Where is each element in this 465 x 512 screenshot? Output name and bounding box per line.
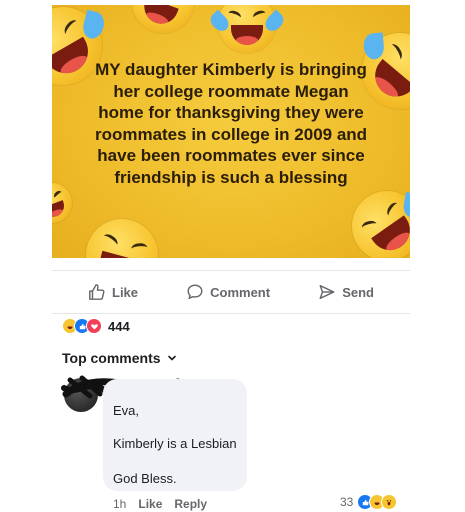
laughing-emoji-decoration xyxy=(338,177,410,258)
post-text: MY daughter Kimberly is bringing her col… xyxy=(74,59,388,188)
like-label: Like xyxy=(112,284,139,300)
comment-text-line: Kimberly is a Lesbian xyxy=(113,436,237,451)
send-arrow-icon xyxy=(319,284,335,300)
laughing-emoji-decoration xyxy=(123,5,203,42)
post-text-line: have been roommates ever since xyxy=(97,146,365,165)
chevron-down-icon xyxy=(167,355,176,361)
comment-reaction-count: 33 xyxy=(340,495,354,509)
reaction-count: 444 xyxy=(108,318,130,334)
comment-reply-button[interactable]: Reply xyxy=(174,497,207,511)
comment-reaction-icons xyxy=(357,494,398,510)
speech-bubble-icon xyxy=(187,284,203,300)
comment-label: Comment xyxy=(210,284,271,300)
post-text-line: roommates in college in 2009 and xyxy=(94,124,368,144)
comment-sort-label: Top comments xyxy=(62,350,161,366)
comment-sort-dropdown[interactable]: Top comments xyxy=(62,350,177,366)
like-button[interactable]: Like xyxy=(88,283,138,301)
comment-bubble: Eva, Kimberly is a Lesbian God Bless. xyxy=(103,379,247,491)
love-reaction-icon xyxy=(86,318,102,334)
send-label: Send xyxy=(342,284,374,300)
comment-like-button[interactable]: Like xyxy=(138,497,162,511)
comment-timestamp[interactable]: 1h xyxy=(113,497,126,511)
post-action-bar: Like Comment Send xyxy=(52,270,410,314)
post-text-line: her college roommate Megan xyxy=(113,81,349,101)
laughing-emoji-decoration xyxy=(207,5,287,53)
comment-text-line: God Bless. xyxy=(113,471,177,486)
reactions-summary[interactable]: 444 xyxy=(62,316,130,336)
comment-button[interactable]: Comment xyxy=(186,283,270,301)
wow-reaction-icon xyxy=(381,494,398,510)
laughing-emoji-decoration xyxy=(77,210,167,258)
comment-reactions[interactable]: 33 xyxy=(340,494,398,510)
reaction-icons xyxy=(62,318,102,334)
post-text-line: MY daughter Kimberly is bringing xyxy=(95,60,367,79)
post-text-line: friendship is such a blessing xyxy=(114,167,348,187)
post-image[interactable]: MY daughter Kimberly is bringing her col… xyxy=(52,5,410,258)
thumbs-up-icon xyxy=(89,284,105,300)
post-text-line: home for thanksgiving they were xyxy=(98,103,364,122)
comment-text-line: Eva, xyxy=(113,403,140,418)
comment-meta: 1h Like Reply xyxy=(113,497,207,511)
send-button[interactable]: Send xyxy=(318,283,374,301)
